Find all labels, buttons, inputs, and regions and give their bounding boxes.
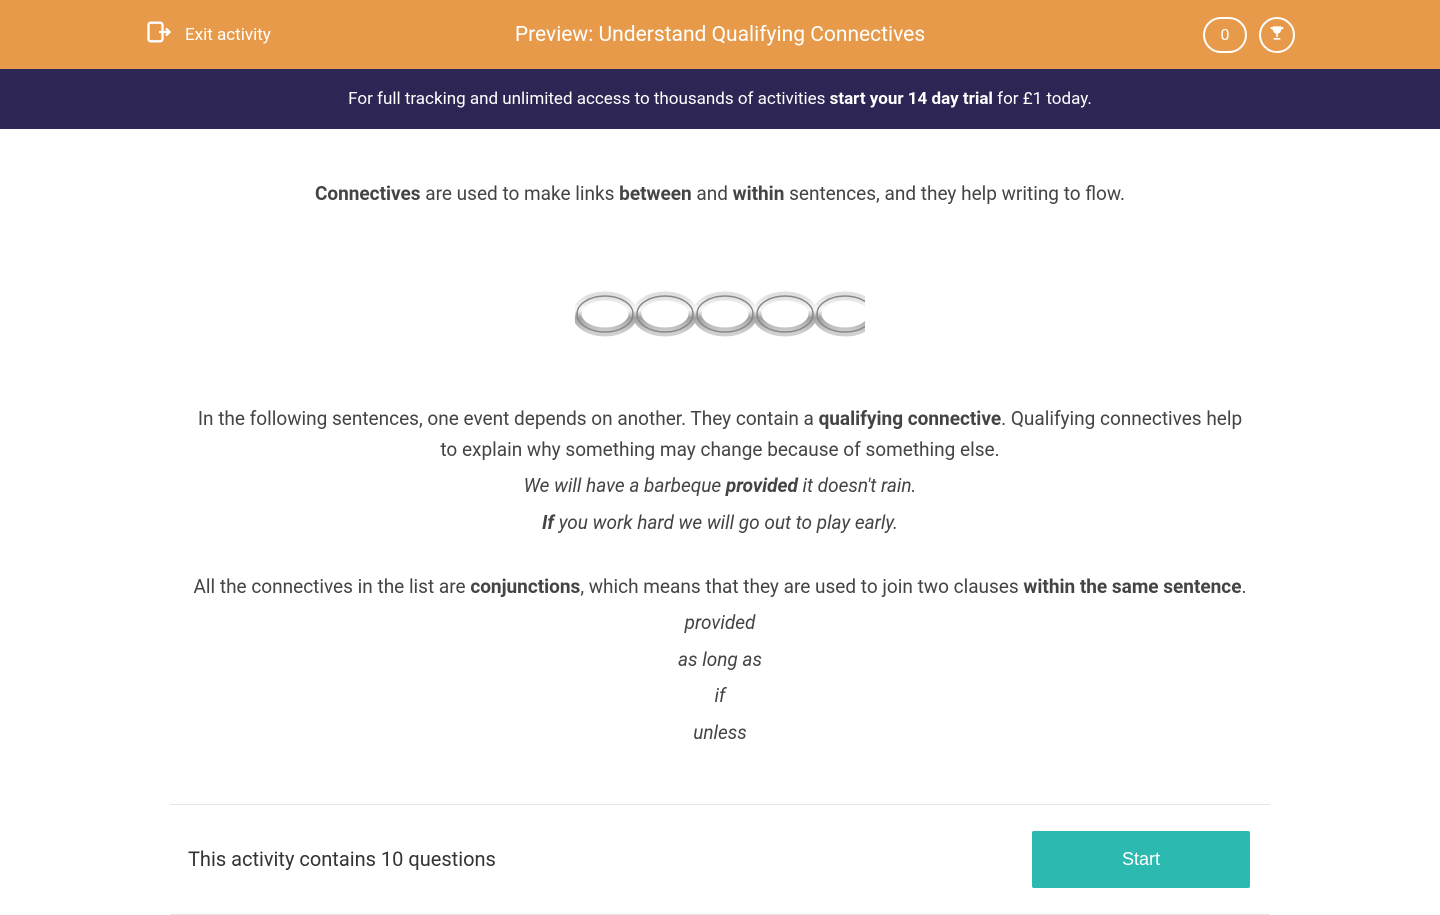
banner-prefix: For full tracking and unlimited access t…: [348, 89, 829, 109]
main-content: Connectives are used to make links betwe…: [170, 129, 1270, 784]
example-sentence-1: We will have a barbeque provided it does…: [190, 471, 1250, 501]
score-pill[interactable]: 0: [1203, 17, 1247, 53]
trial-banner[interactable]: For full tracking and unlimited access t…: [0, 69, 1440, 129]
score-value: 0: [1221, 25, 1230, 44]
intro-paragraph: Connectives are used to make links betwe…: [190, 179, 1250, 209]
start-button[interactable]: Start: [1032, 831, 1250, 888]
footer-bar: This activity contains 10 questions Star…: [170, 804, 1270, 915]
header-bar: Exit activity Preview: Understand Qualif…: [0, 0, 1440, 69]
intro-word-between: between: [619, 182, 692, 205]
list-item: as long as: [190, 645, 1250, 675]
chain-links-image: [575, 264, 865, 364]
qualifying-connective-term: qualifying connective: [819, 407, 1002, 430]
list-item: provided: [190, 608, 1250, 638]
within-sentence-term: within the same sentence: [1023, 575, 1241, 598]
intro-word-connectives: Connectives: [315, 182, 421, 205]
header-right: 0: [1203, 17, 1295, 53]
banner-suffix: for £1 today.: [993, 89, 1092, 109]
exit-icon: [145, 18, 173, 51]
example-sentence-2: If you work hard we will go out to play …: [190, 508, 1250, 538]
page-title: Preview: Understand Qualifying Connectiv…: [515, 23, 925, 47]
list-item: unless: [190, 718, 1250, 748]
qualifying-paragraph: In the following sentences, one event de…: [190, 404, 1250, 465]
exit-activity-button[interactable]: Exit activity: [145, 18, 271, 51]
exit-label: Exit activity: [185, 25, 271, 45]
trophy-button[interactable]: [1259, 17, 1295, 53]
conjunctions-paragraph: All the connectives in the list are conj…: [190, 572, 1250, 602]
list-item: if: [190, 681, 1250, 711]
intro-word-within: within: [733, 182, 785, 205]
banner-bold: start your 14 day trial: [830, 89, 993, 109]
trophy-icon: [1267, 23, 1287, 47]
question-count-text: This activity contains 10 questions: [188, 847, 496, 871]
conjunctions-term: conjunctions: [470, 575, 580, 598]
